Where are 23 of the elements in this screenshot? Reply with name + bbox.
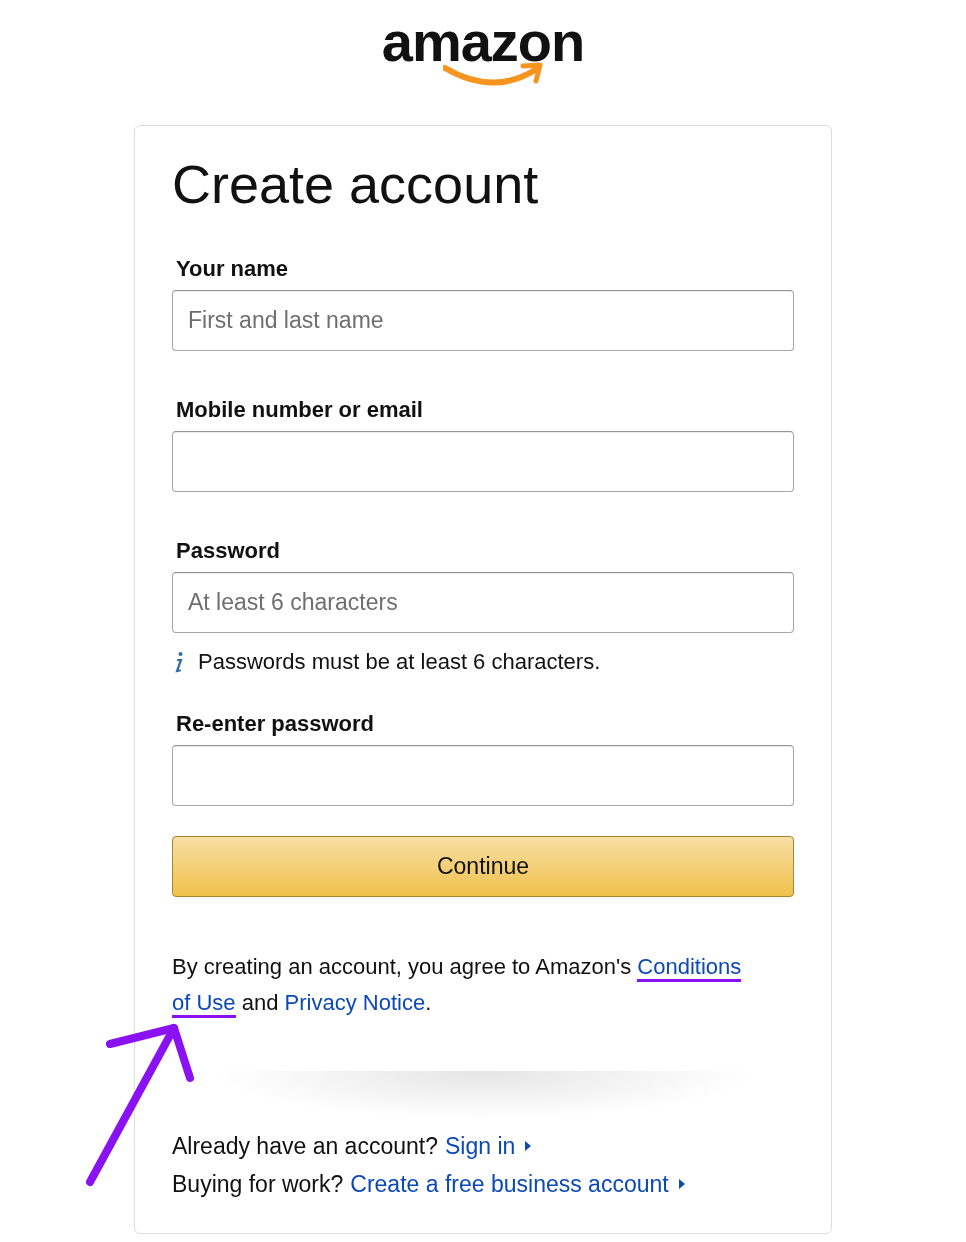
page-title: Create account (172, 153, 540, 216)
field-label: Password (176, 538, 280, 564)
privacy-link[interactable]: Privacy Notice (284, 990, 426, 1015)
input-field[interactable]: First and last name (172, 290, 794, 351)
conditions-link[interactable]: of Use (172, 990, 236, 1018)
input-field[interactable] (172, 745, 794, 806)
footer-link[interactable]: Sign in (444, 1127, 516, 1165)
caret-icon (524, 1140, 533, 1152)
footer-question: Buying for work? (172, 1170, 344, 1199)
logo-text: amazon (381, 14, 585, 70)
legal-text: By creating an account, you agree to Amazon's Conditions of Use and Privacy Notice. (172, 949, 794, 1021)
password-hint: Passwords must be at least 6 characters. (198, 649, 601, 675)
field-label: Your name (176, 256, 289, 282)
continue-button[interactable]: Continue (172, 836, 794, 897)
field-label: Re-enter password (176, 711, 375, 737)
conditions-link[interactable]: Conditions (637, 954, 742, 982)
footer-link[interactable]: Create a free business account (350, 1165, 669, 1203)
input-field[interactable]: At least 6 characters (172, 572, 794, 633)
input-field[interactable] (172, 431, 794, 492)
field-label: Mobile number or email (176, 397, 423, 423)
footer-question: Already have an account? (172, 1132, 438, 1161)
smile-arrow-icon (443, 62, 543, 88)
caret-icon (677, 1178, 686, 1190)
